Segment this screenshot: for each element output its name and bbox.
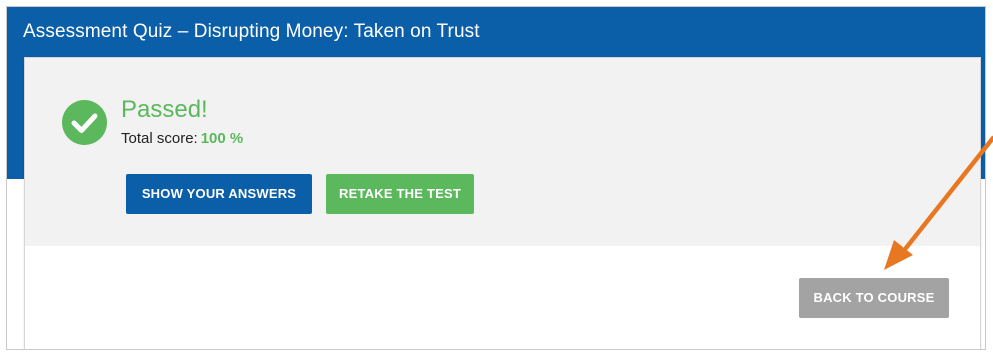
total-score-value: 100 %	[200, 130, 244, 147]
page-title: Assessment Quiz – Disrupting Money: Take…	[23, 21, 480, 42]
quiz-result-window: Assessment Quiz – Disrupting Money: Take…	[6, 6, 986, 350]
total-score: Total score: 100 %	[121, 130, 243, 147]
result-summary-panel: Passed! Total score: 100 % SHOW YOUR ANSW…	[25, 58, 980, 246]
check-circle-icon	[62, 100, 107, 145]
retake-test-button[interactable]: RETAKE THE TEST	[326, 174, 474, 214]
back-to-course-button[interactable]: BACK TO COURSE	[799, 278, 949, 318]
show-answers-button[interactable]: SHOW YOUR ANSWERS	[126, 174, 312, 214]
total-score-label: Total score:	[121, 130, 198, 147]
result-status: Passed!	[121, 96, 208, 123]
result-card: Passed! Total score: 100 % SHOW YOUR ANSW…	[24, 57, 981, 349]
